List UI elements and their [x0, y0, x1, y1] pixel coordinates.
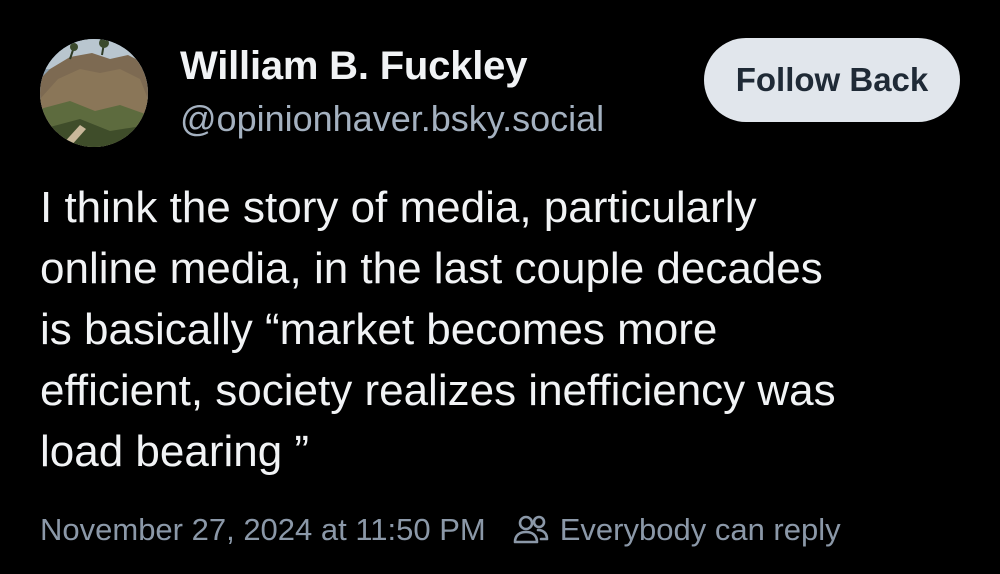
- people-icon: [513, 515, 549, 544]
- avatar-cliff-photo: [40, 39, 148, 147]
- post-timestamp[interactable]: November 27, 2024 at 11:50 PM: [40, 506, 486, 554]
- reply-setting[interactable]: Everybody can reply: [512, 506, 841, 554]
- reply-setting-label: Everybody can reply: [559, 512, 841, 547]
- post-text-line: is basically “market becomes more: [40, 305, 718, 354]
- post-card: William B. Fuckley @opinionhaver.bsky.so…: [0, 0, 1000, 574]
- author-avatar[interactable]: [40, 39, 148, 147]
- follow-back-button[interactable]: Follow Back: [704, 38, 960, 122]
- author-handle[interactable]: @opinionhaver.bsky.social: [180, 95, 604, 143]
- post-text-line: efficient, society realizes inefficiency…: [40, 366, 836, 415]
- post-meta: November 27, 2024 at 11:50 PM Everybody …: [40, 506, 841, 554]
- post-text-line: load bearing ”: [40, 427, 310, 476]
- post-text-line: online media, in the last couple decades: [40, 244, 823, 293]
- post-text-line: I think the story of media, particularly: [40, 183, 757, 232]
- author-display-name[interactable]: William B. Fuckley: [180, 40, 527, 92]
- post-text: I think the story of media, particularly…: [40, 177, 980, 482]
